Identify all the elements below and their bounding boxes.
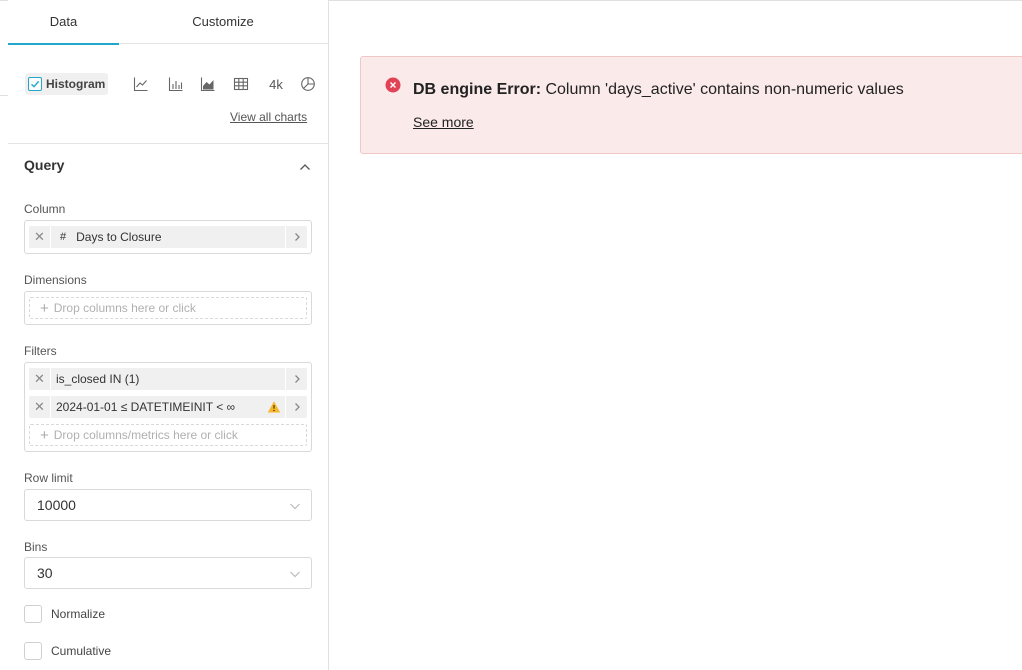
column-box: ✕ # Days to Closure — [24, 220, 312, 254]
bins-value: 30 — [37, 565, 53, 581]
filters-box: ✕ is_closed IN (1) ✕ 2024-01-01 ≤ DATETI… — [24, 362, 312, 452]
row-limit-label: Row limit — [24, 471, 73, 485]
filters-placeholder: Drop columns/metrics here or click — [53, 428, 238, 442]
chevron-down-icon — [290, 503, 300, 510]
bins-select[interactable]: 30 — [24, 557, 312, 589]
tab-customize[interactable]: Customize — [168, 0, 278, 44]
column-chip-label: Days to Closure — [76, 230, 162, 244]
error-alert: DB engine Error: Column 'days_active' co… — [360, 56, 1022, 154]
chevron-up-icon[interactable] — [298, 160, 312, 174]
chevron-right-icon[interactable] — [285, 396, 307, 418]
error-icon — [385, 77, 401, 93]
plus-icon: + — [40, 299, 49, 317]
filters-label: Filters — [24, 344, 57, 358]
tab-data[interactable]: Data — [8, 0, 119, 45]
normalize-checkbox[interactable]: Normalize — [24, 605, 105, 623]
column-label: Column — [24, 202, 66, 216]
viz-type-row: Histogram 4k — [24, 70, 320, 98]
column-chip[interactable]: ✕ # Days to Closure — [29, 226, 307, 248]
plus-icon: + — [40, 426, 49, 444]
error-detail: Column 'days_active' contains non-numeri… — [541, 81, 904, 98]
query-section-title[interactable]: Query — [24, 157, 64, 173]
error-message: DB engine Error: Column 'days_active' co… — [413, 81, 904, 99]
filters-drop-zone[interactable]: + Drop columns/metrics here or click — [29, 424, 307, 446]
row-limit-value: 10000 — [37, 497, 76, 513]
checkbox[interactable] — [24, 605, 42, 623]
table-icon[interactable] — [232, 75, 250, 93]
cumulative-checkbox[interactable]: Cumulative — [24, 642, 111, 660]
bar-chart-icon[interactable] — [167, 75, 185, 93]
error-title: DB engine Error — [413, 81, 536, 98]
dimensions-drop-zone[interactable]: + Drop columns here or click — [29, 297, 307, 319]
chevron-right-icon[interactable] — [285, 226, 307, 248]
normalize-label: Normalize — [51, 607, 106, 621]
chevron-right-icon[interactable] — [285, 368, 307, 390]
numeric-type-icon: # — [60, 231, 67, 243]
row-limit-select[interactable]: 10000 — [24, 489, 312, 521]
line-chart-icon[interactable] — [132, 75, 150, 93]
bins-label: Bins — [24, 540, 48, 554]
panel-tabs: Data Customize — [8, 0, 328, 45]
see-more-link[interactable]: See more — [413, 114, 474, 130]
dimensions-box: + Drop columns here or click — [24, 291, 312, 325]
pie-chart-icon[interactable] — [299, 75, 317, 93]
filter-chip[interactable]: ✕ 2024-01-01 ≤ DATETIMEINIT < ∞ — [29, 396, 307, 418]
dimensions-placeholder: Drop columns here or click — [53, 301, 196, 315]
control-panel: Data Customize Histogram 4k View all cha… — [8, 0, 329, 670]
remove-icon[interactable]: ✕ — [29, 226, 51, 248]
warning-icon — [267, 401, 281, 413]
left-strip-divider — [0, 95, 8, 96]
section-divider — [8, 143, 328, 144]
dimensions-label: Dimensions — [24, 273, 87, 287]
cumulative-label: Cumulative — [51, 644, 112, 658]
area-chart-icon[interactable] — [199, 75, 217, 93]
viz-type-label: Histogram — [46, 77, 106, 91]
viz-type-selected[interactable]: Histogram — [25, 73, 109, 95]
filter-chip-label: is_closed IN (1) — [56, 372, 140, 386]
filter-chip[interactable]: ✕ is_closed IN (1) — [29, 368, 307, 390]
big-number-icon[interactable]: 4k — [266, 75, 286, 93]
remove-icon[interactable]: ✕ — [29, 396, 51, 418]
filter-chip-label: 2024-01-01 ≤ DATETIMEINIT < ∞ — [56, 400, 236, 414]
remove-icon[interactable]: ✕ — [29, 368, 51, 390]
checkmark-icon — [28, 77, 42, 91]
view-all-charts-link[interactable]: View all charts — [230, 110, 307, 124]
checkbox[interactable] — [24, 642, 42, 660]
chevron-down-icon — [290, 571, 300, 578]
